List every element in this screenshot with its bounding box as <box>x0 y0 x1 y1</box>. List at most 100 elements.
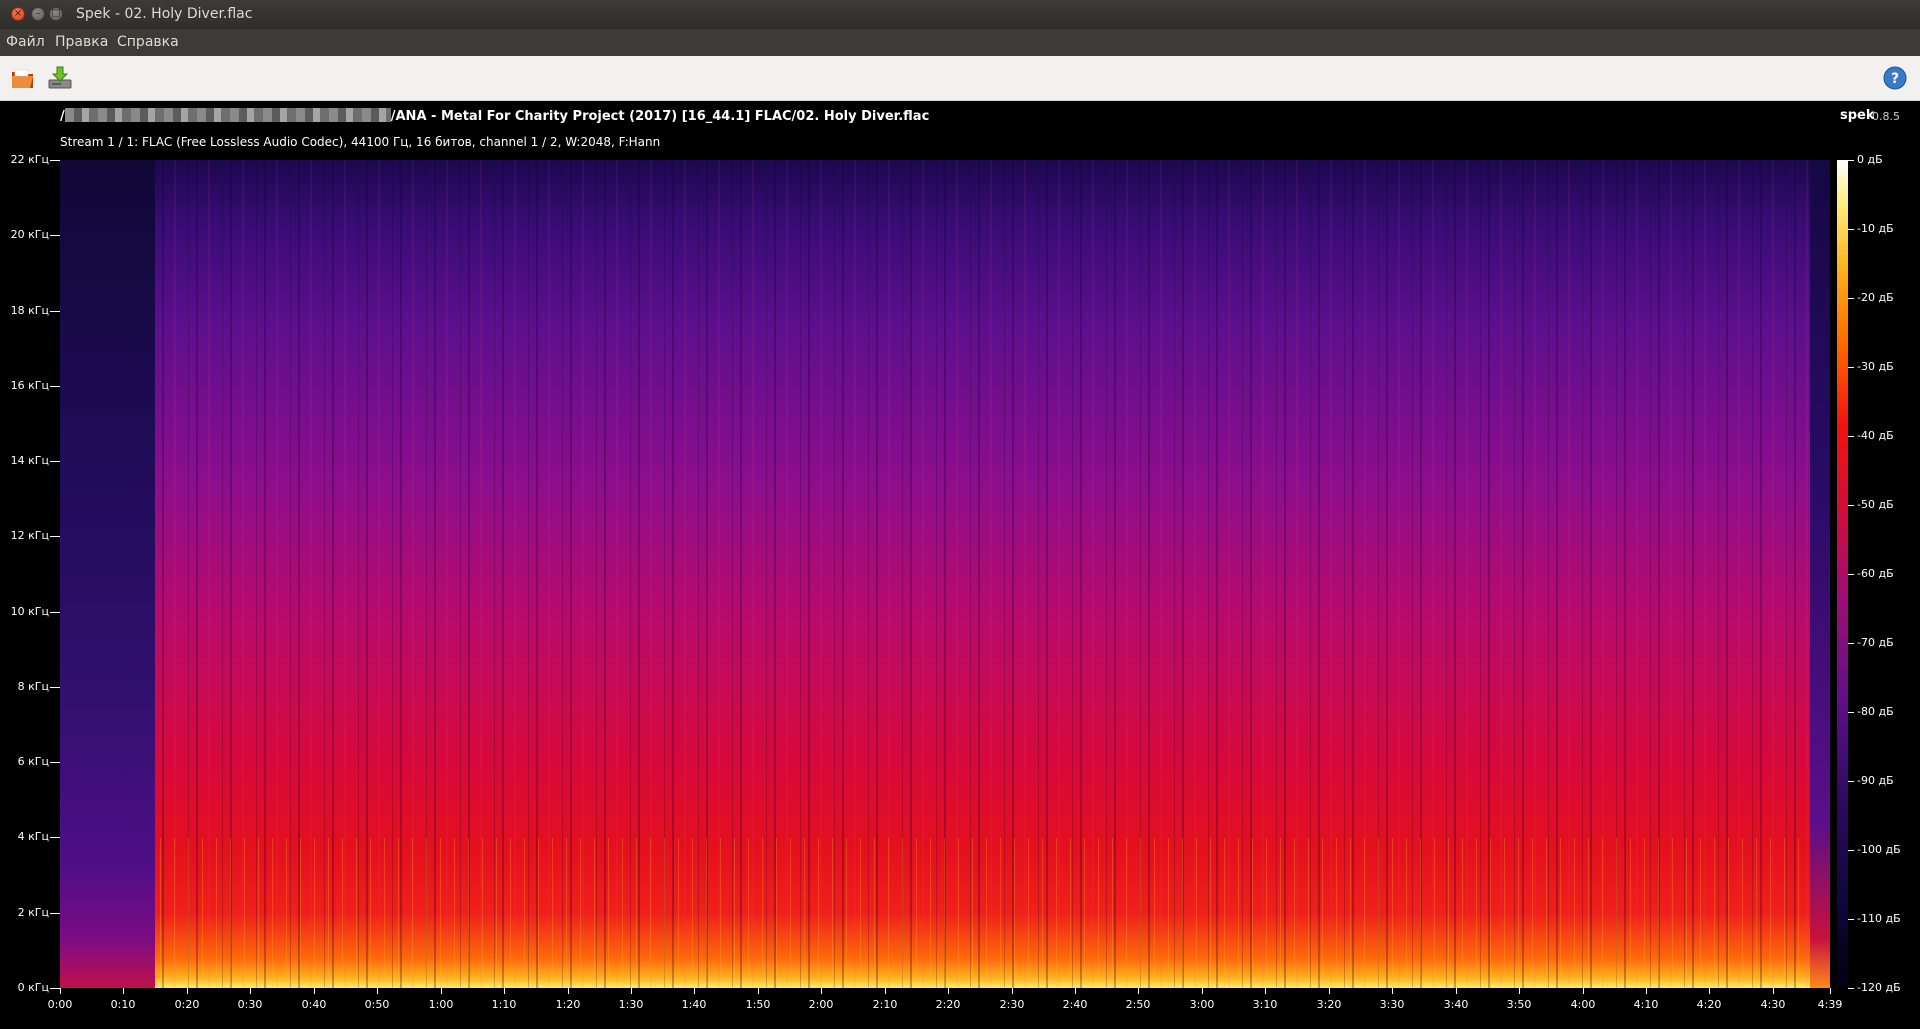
x-tick <box>123 988 124 994</box>
menu-edit[interactable]: Правка <box>55 34 108 50</box>
scale-label: -110 дБ <box>1857 912 1901 925</box>
file-path: //ANA - Metal For Charity Project (2017)… <box>60 108 929 124</box>
x-tick-label: 0:10 <box>110 998 136 1011</box>
y-tick <box>50 536 60 537</box>
y-tick <box>50 988 60 989</box>
y-tick <box>50 160 60 161</box>
menu-file[interactable]: Файл <box>6 34 45 50</box>
db-color-scale <box>1837 160 1848 988</box>
scale-label: -120 дБ <box>1857 981 1901 994</box>
silence-region <box>60 160 155 988</box>
y-tick <box>50 235 60 236</box>
y-tick-label: 2 кГц <box>17 906 49 919</box>
x-tick <box>1646 988 1647 994</box>
scale-label: -50 дБ <box>1857 498 1894 511</box>
app-name: spek <box>1840 108 1875 123</box>
scale-tick <box>1848 160 1854 161</box>
y-tick-label: 8 кГц <box>17 680 49 693</box>
fade-out-region <box>1810 160 1830 988</box>
scale-tick <box>1848 229 1854 230</box>
scale-label: -80 дБ <box>1857 705 1894 718</box>
low-frequency-energy <box>155 838 1810 988</box>
spectrogram-plot <box>60 160 1830 988</box>
scale-label: -70 дБ <box>1857 636 1894 649</box>
x-tick <box>441 988 442 994</box>
y-tick <box>50 612 60 613</box>
x-tick <box>1519 988 1520 994</box>
close-icon: × <box>13 8 23 19</box>
help-icon: ? <box>1883 66 1907 90</box>
scale-label: -40 дБ <box>1857 429 1894 442</box>
minimize-icon: – <box>35 8 41 19</box>
title-bar: × – □ Spek - 02. Holy Diver.flac <box>0 0 1920 29</box>
maximize-window-button[interactable]: □ <box>49 7 63 21</box>
y-tick-label: 20 кГц <box>10 228 49 241</box>
help-button[interactable]: ? <box>1882 65 1908 91</box>
x-tick-label: 2:50 <box>1125 998 1151 1011</box>
x-tick <box>60 988 61 994</box>
x-tick <box>1583 988 1584 994</box>
help-glyph: ? <box>1891 71 1899 87</box>
save-download-icon <box>48 66 72 89</box>
x-tick-label: 0:20 <box>174 998 200 1011</box>
y-tick-label: 22 кГц <box>10 153 49 166</box>
x-tick <box>504 988 505 994</box>
maximize-icon: □ <box>51 8 61 19</box>
x-tick <box>1456 988 1457 994</box>
x-tick-label: 4:30 <box>1760 998 1786 1011</box>
x-tick <box>1265 988 1266 994</box>
folder-open-icon <box>12 69 33 88</box>
x-tick-label: 2:00 <box>808 998 834 1011</box>
y-tick-label: 10 кГц <box>10 605 49 618</box>
y-tick-label: 14 кГц <box>10 454 49 467</box>
y-tick-label: 18 кГц <box>10 304 49 317</box>
y-tick-label: 0 кГц <box>17 981 49 994</box>
x-tick-label: 2:10 <box>872 998 898 1011</box>
x-tick-label: 3:20 <box>1316 998 1342 1011</box>
x-tick <box>377 988 378 994</box>
x-tick-label: 3:10 <box>1252 998 1278 1011</box>
toolbar: ? <box>0 56 1920 101</box>
x-tick-label: 0:50 <box>364 998 390 1011</box>
scale-tick <box>1848 712 1854 713</box>
x-tick-label: 3:00 <box>1189 998 1215 1011</box>
close-window-button[interactable]: × <box>11 7 25 21</box>
x-tick <box>568 988 569 994</box>
scale-label: -90 дБ <box>1857 774 1894 787</box>
x-tick <box>631 988 632 994</box>
minimize-window-button[interactable]: – <box>31 7 45 21</box>
menu-bar: Файл Правка Справка <box>0 29 1920 56</box>
x-tick-label: 2:20 <box>935 998 961 1011</box>
y-tick-label: 4 кГц <box>17 830 49 843</box>
path-tail: /ANA - Metal For Charity Project (2017) … <box>390 109 930 124</box>
scale-tick <box>1848 505 1854 506</box>
x-tick <box>250 988 251 994</box>
scale-label: 0 дБ <box>1857 153 1883 166</box>
menu-help[interactable]: Справка <box>117 34 179 50</box>
stream-info: Stream 1 / 1: FLAC (Free Lossless Audio … <box>60 135 661 149</box>
y-tick <box>50 762 60 763</box>
scale-tick <box>1848 919 1854 920</box>
scale-label: -30 дБ <box>1857 360 1894 373</box>
x-tick <box>314 988 315 994</box>
scale-tick <box>1848 988 1854 989</box>
x-tick-label: 4:10 <box>1633 998 1659 1011</box>
x-tick <box>694 988 695 994</box>
x-tick-label: 1:40 <box>681 998 707 1011</box>
save-button[interactable] <box>47 65 73 91</box>
x-tick <box>948 988 949 994</box>
x-tick-label: 3:50 <box>1506 998 1532 1011</box>
x-tick-label: 0:00 <box>47 998 73 1011</box>
x-tick-label: 1:00 <box>428 998 454 1011</box>
scale-tick <box>1848 367 1854 368</box>
y-tick-label: 16 кГц <box>10 379 49 392</box>
x-tick-label: 4:00 <box>1570 998 1596 1011</box>
y-tick <box>50 461 60 462</box>
open-file-button[interactable] <box>10 65 36 91</box>
x-tick-label: 1:20 <box>555 998 581 1011</box>
y-tick <box>50 837 60 838</box>
y-tick <box>50 311 60 312</box>
x-tick <box>187 988 188 994</box>
y-tick <box>50 913 60 914</box>
scale-tick <box>1848 436 1854 437</box>
